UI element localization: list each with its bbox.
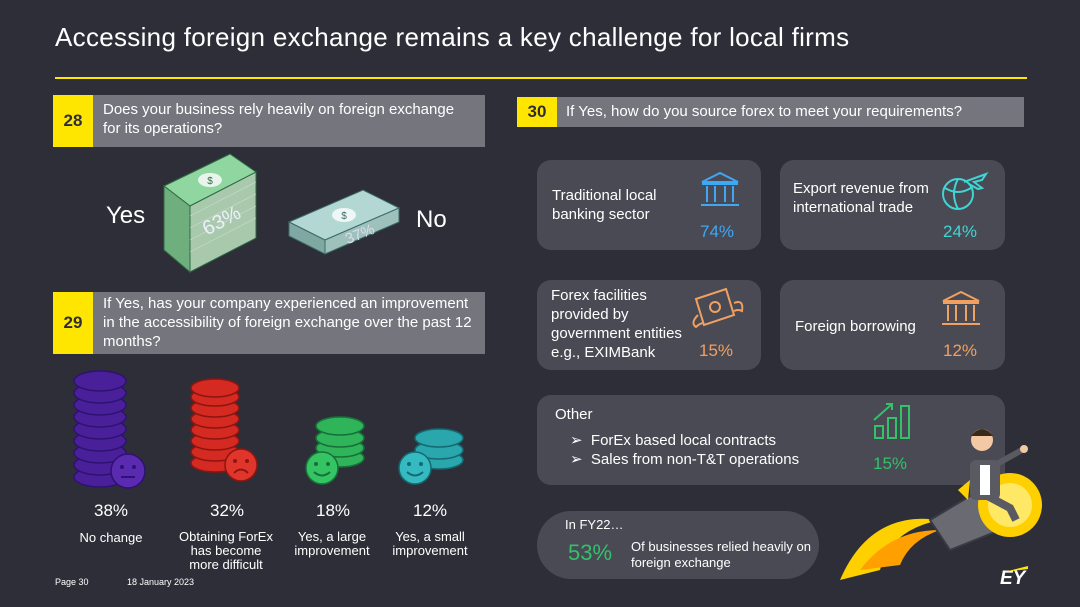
source-card-other-bullet-text: Sales from non-T&T operations [590,451,800,468]
question-30-number: 30 [517,97,557,127]
smiley-small-improvement-icon [398,428,464,485]
businessman-rocket-illustration [840,429,1042,580]
question-29-text: If Yes, has your company experienced an … [93,292,485,354]
no-change-percentage: 38% [94,501,129,520]
neutral-face-coins-icon [73,370,146,489]
source-card-government-label: Forex facilities provided by government … [551,287,682,361]
no-label: No [416,206,447,233]
fy22-text: Of businesses relied heavily on foreign … [631,539,811,570]
globe-plane-icon [942,172,989,210]
question-29-number: 29 [53,292,93,354]
source-card-export-percentage: 24% [943,222,978,241]
source-card-other-bullet: ➢ ForEx based local contracts [570,431,776,450]
bullet-arrow-icon: ➢ [570,432,583,449]
source-card-export-label: Export revenue from international trade [793,180,929,216]
source-card-other-title: Other [555,406,593,423]
large-improvement-label: Yes, a large improvement [294,529,370,558]
flying-money-icon [692,287,744,329]
report-date: 18 January 2023 [127,577,195,587]
question-30-text: If Yes, how do you source forex to meet … [557,97,1024,127]
fy22-percentage: 53% [568,540,613,565]
bank-icon [701,171,739,206]
ey-logo-beam-icon [1004,566,1028,572]
bullet-arrow-icon: ➢ [570,451,583,468]
source-card-banking-label: Traditional local banking sector [552,187,657,223]
page-title: Accessing foreign exchange remains a key… [55,22,850,52]
svg-text:$: $ [341,211,347,222]
smiley-large-improvement-icon [305,416,365,485]
money-stack-yes-icon: $ [163,153,257,274]
source-card-other-bullet-text: ForEx based local contracts [590,432,777,449]
svg-text:$: $ [207,176,213,187]
question-28-text: Does your business rely heavily on forei… [93,95,485,147]
source-card-government-percentage: 15% [699,341,734,360]
source-card-other-bullet: ➢ Sales from non-T&T operations [570,450,799,469]
yes-label: Yes [106,202,146,229]
large-improvement-percentage: 18% [316,501,351,520]
more-difficult-percentage: 32% [210,501,245,520]
source-card-banking-percentage: 74% [700,222,735,241]
more-difficult-label: Obtaining ForEx has become more difficul… [179,529,273,572]
no-change-label: No change [79,530,143,545]
bank-icon [942,290,980,325]
source-card-borrowing-label: Foreign borrowing [795,318,916,335]
small-improvement-label: Yes, a small improvement [392,529,468,558]
page-number: Page 30 [55,577,89,587]
question-28-number: 28 [53,95,93,147]
sad-face-coins-icon [190,378,258,482]
title-divider [55,77,1027,79]
fy22-label: In FY22… [565,517,624,532]
money-stack-no-icon: $ [287,189,401,255]
small-improvement-percentage: 12% [413,501,448,520]
source-card-borrowing-percentage: 12% [943,341,978,360]
